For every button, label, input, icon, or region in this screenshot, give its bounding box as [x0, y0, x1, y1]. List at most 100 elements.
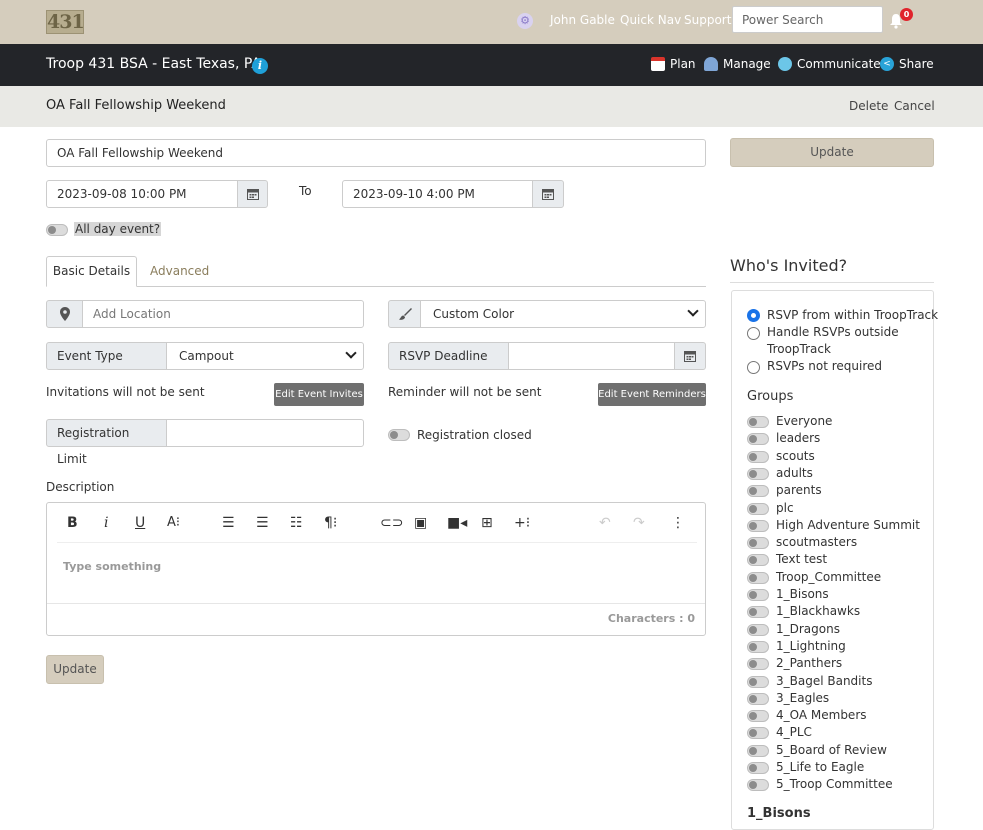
image-icon[interactable]: ▣ — [414, 515, 427, 531]
group-label: 1_Bisons — [776, 587, 829, 601]
color-select-value: Custom Color — [433, 307, 515, 321]
group-label: 1_Lightning — [776, 639, 846, 653]
rsvp-not-required-radio[interactable] — [747, 361, 760, 374]
group-toggle[interactable] — [747, 624, 769, 636]
ordered-list-icon[interactable]: ☷ — [290, 515, 303, 531]
calendar-icon — [651, 57, 665, 71]
group-label: scouts — [776, 449, 815, 463]
paragraph-icon[interactable]: ¶⁝ — [324, 515, 337, 531]
to-label: To — [299, 184, 312, 198]
group-toggle[interactable] — [747, 451, 769, 463]
editor-toolbar-divider — [57, 542, 697, 543]
bold-icon[interactable]: B — [67, 515, 78, 531]
undo-icon[interactable]: ↶ — [599, 515, 611, 531]
location-input[interactable] — [82, 300, 364, 328]
editor-placeholder[interactable]: Type something — [63, 560, 161, 573]
color-select[interactable]: Custom Color — [420, 300, 706, 328]
group-toggle[interactable] — [747, 727, 769, 739]
calendar-icon — [542, 189, 554, 200]
rsvp-calendar-button[interactable] — [674, 342, 706, 370]
registration-closed-label: Registration closed — [417, 428, 532, 442]
font-size-icon[interactable]: A⁝ — [167, 515, 180, 530]
video-icon[interactable]: ■◂ — [447, 515, 467, 531]
italic-icon[interactable]: i — [104, 515, 108, 531]
power-search-input[interactable] — [732, 6, 883, 33]
group-toggle[interactable] — [747, 485, 769, 497]
group-toggle[interactable] — [747, 503, 769, 515]
chat-icon — [778, 57, 792, 71]
rsvp-within-trooptrack-radio[interactable] — [747, 309, 760, 322]
group-toggle[interactable] — [747, 572, 769, 584]
group-toggle[interactable] — [747, 641, 769, 653]
support-link[interactable]: Support — [684, 13, 731, 27]
cancel-link[interactable]: Cancel — [894, 99, 935, 113]
tab-divider — [46, 286, 706, 287]
rsvp-deadline-input[interactable] — [508, 342, 675, 370]
nav-share[interactable]: < Share — [880, 57, 934, 71]
user-menu-link[interactable]: John Gable — [550, 13, 615, 27]
group-label: Everyone — [776, 414, 833, 428]
group-label: 3_Bagel Bandits — [776, 674, 873, 688]
group-toggle[interactable] — [747, 554, 769, 566]
underline-icon[interactable]: U — [135, 515, 145, 531]
update-button-bottom[interactable]: Update — [46, 655, 104, 684]
nav-plan[interactable]: Plan — [651, 57, 696, 71]
more-options-icon[interactable]: ⋮ — [671, 515, 685, 531]
tab-basic-details[interactable]: Basic Details — [46, 256, 137, 287]
map-pin-icon — [59, 307, 70, 321]
end-datetime-input[interactable] — [342, 180, 533, 208]
troop-logo[interactable]: 431 — [46, 10, 85, 34]
end-calendar-button[interactable] — [532, 180, 564, 208]
nav-plan-label: Plan — [670, 57, 696, 71]
troop-name[interactable]: Troop 431 BSA - East Texas, PA — [46, 56, 261, 72]
group-label: High Adventure Summit — [776, 518, 920, 532]
group-toggle[interactable] — [747, 520, 769, 532]
event-name-input[interactable] — [46, 139, 706, 167]
group-toggle[interactable] — [747, 762, 769, 774]
all-day-toggle[interactable] — [46, 224, 68, 236]
whos-invited-title: Who's Invited? — [730, 256, 848, 275]
settings-gear-icon[interactable]: ⚙ — [517, 13, 533, 29]
group-toggle[interactable] — [747, 468, 769, 480]
redo-icon[interactable]: ↷ — [633, 515, 645, 531]
all-day-label[interactable]: All day event? — [74, 222, 162, 236]
registration-closed-toggle[interactable] — [388, 429, 410, 441]
link-icon[interactable]: ⊂⊃ — [380, 515, 403, 531]
delete-link[interactable]: Delete — [849, 99, 888, 113]
page-title: OA Fall Fellowship Weekend — [46, 98, 226, 113]
edit-event-invites-button[interactable]: Edit Event Invites — [274, 383, 364, 406]
group-toggle[interactable] — [747, 676, 769, 688]
start-calendar-button[interactable] — [237, 180, 268, 208]
align-center-icon[interactable]: ☰ — [256, 515, 269, 531]
info-icon[interactable]: i — [252, 58, 268, 74]
group-toggle[interactable] — [747, 416, 769, 428]
paintbrush-icon — [398, 308, 412, 320]
tab-advanced[interactable]: Advanced — [150, 264, 209, 278]
rsvp-outside-trooptrack-radio[interactable] — [747, 327, 760, 340]
nav-manage[interactable]: Manage — [704, 57, 771, 71]
group-toggle[interactable] — [747, 693, 769, 705]
group-label: parents — [776, 483, 822, 497]
group-toggle[interactable] — [747, 710, 769, 722]
group-toggle[interactable] — [747, 606, 769, 618]
align-left-icon[interactable]: ☰ — [222, 515, 235, 531]
edit-event-reminders-button[interactable]: Edit Event Reminders — [598, 383, 706, 406]
group-toggle[interactable] — [747, 779, 769, 791]
group-label: 1_Blackhawks — [776, 604, 861, 618]
rsvp-option-label: Handle RSVPs outside TroopTrack — [767, 325, 899, 356]
group-toggle[interactable] — [747, 589, 769, 601]
insert-more-icon[interactable]: +⁝ — [514, 515, 530, 531]
group-toggle[interactable] — [747, 658, 769, 670]
group-toggle[interactable] — [747, 433, 769, 445]
table-icon[interactable]: ⊞ — [481, 515, 493, 531]
nav-communicate[interactable]: Communicate — [778, 57, 881, 71]
group-toggle[interactable] — [747, 537, 769, 549]
group-label: 1_Dragons — [776, 622, 840, 636]
start-datetime-input[interactable] — [46, 180, 238, 208]
groups-title: Groups — [747, 389, 794, 404]
update-button-top[interactable]: Update — [730, 138, 934, 167]
group-toggle[interactable] — [747, 745, 769, 757]
event-type-select[interactable]: Campout — [166, 342, 364, 370]
registration-limit-input[interactable] — [166, 419, 364, 447]
quick-nav-link[interactable]: Quick Nav — [620, 13, 681, 27]
